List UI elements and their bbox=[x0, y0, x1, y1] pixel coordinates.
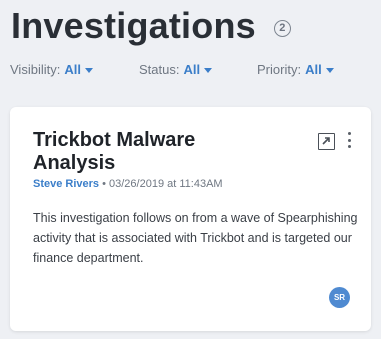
priority-filter[interactable]: Priority: All bbox=[257, 62, 334, 77]
more-vertical-icon[interactable] bbox=[346, 132, 352, 148]
investigations-page: Investigations 2 Visibility: All Status:… bbox=[0, 0, 381, 339]
page-title: Investigations bbox=[11, 5, 256, 46]
visibility-filter-label: Visibility: bbox=[10, 62, 61, 77]
assignee-avatar[interactable]: SR bbox=[329, 287, 350, 308]
visibility-filter[interactable]: Visibility: All bbox=[10, 62, 93, 77]
caret-down-icon bbox=[204, 67, 213, 73]
priority-filter-label: Priority: bbox=[257, 62, 302, 77]
filter-bar: Visibility: All Status: All Priority: Al… bbox=[10, 62, 371, 80]
investigation-description: This investigation follows on from a wav… bbox=[33, 211, 358, 265]
visibility-filter-value: All bbox=[64, 62, 81, 77]
caret-down-icon bbox=[84, 67, 93, 73]
investigation-meta: Steve Rivers • 03/26/2019 at 11:43AM bbox=[33, 178, 223, 190]
author-link[interactable]: Steve Rivers bbox=[33, 178, 99, 190]
investigation-title[interactable]: Trickbot Malware Analysis bbox=[33, 129, 263, 175]
investigation-card[interactable]: Trickbot Malware Analysis Steve Rivers •… bbox=[10, 107, 371, 331]
priority-filter-value: All bbox=[305, 62, 322, 77]
meta-separator: • bbox=[99, 178, 110, 190]
open-external-icon[interactable] bbox=[318, 133, 335, 150]
status-filter-value: All bbox=[183, 62, 201, 77]
created-timestamp: 03/26/2019 at 11:43AM bbox=[109, 178, 223, 190]
investigation-count-badge: 2 bbox=[273, 19, 291, 37]
status-filter-label: Status: bbox=[139, 62, 180, 77]
caret-down-icon bbox=[325, 67, 334, 73]
status-filter[interactable]: Status: All bbox=[139, 62, 213, 77]
page-header: Investigations 2 bbox=[11, 4, 291, 48]
